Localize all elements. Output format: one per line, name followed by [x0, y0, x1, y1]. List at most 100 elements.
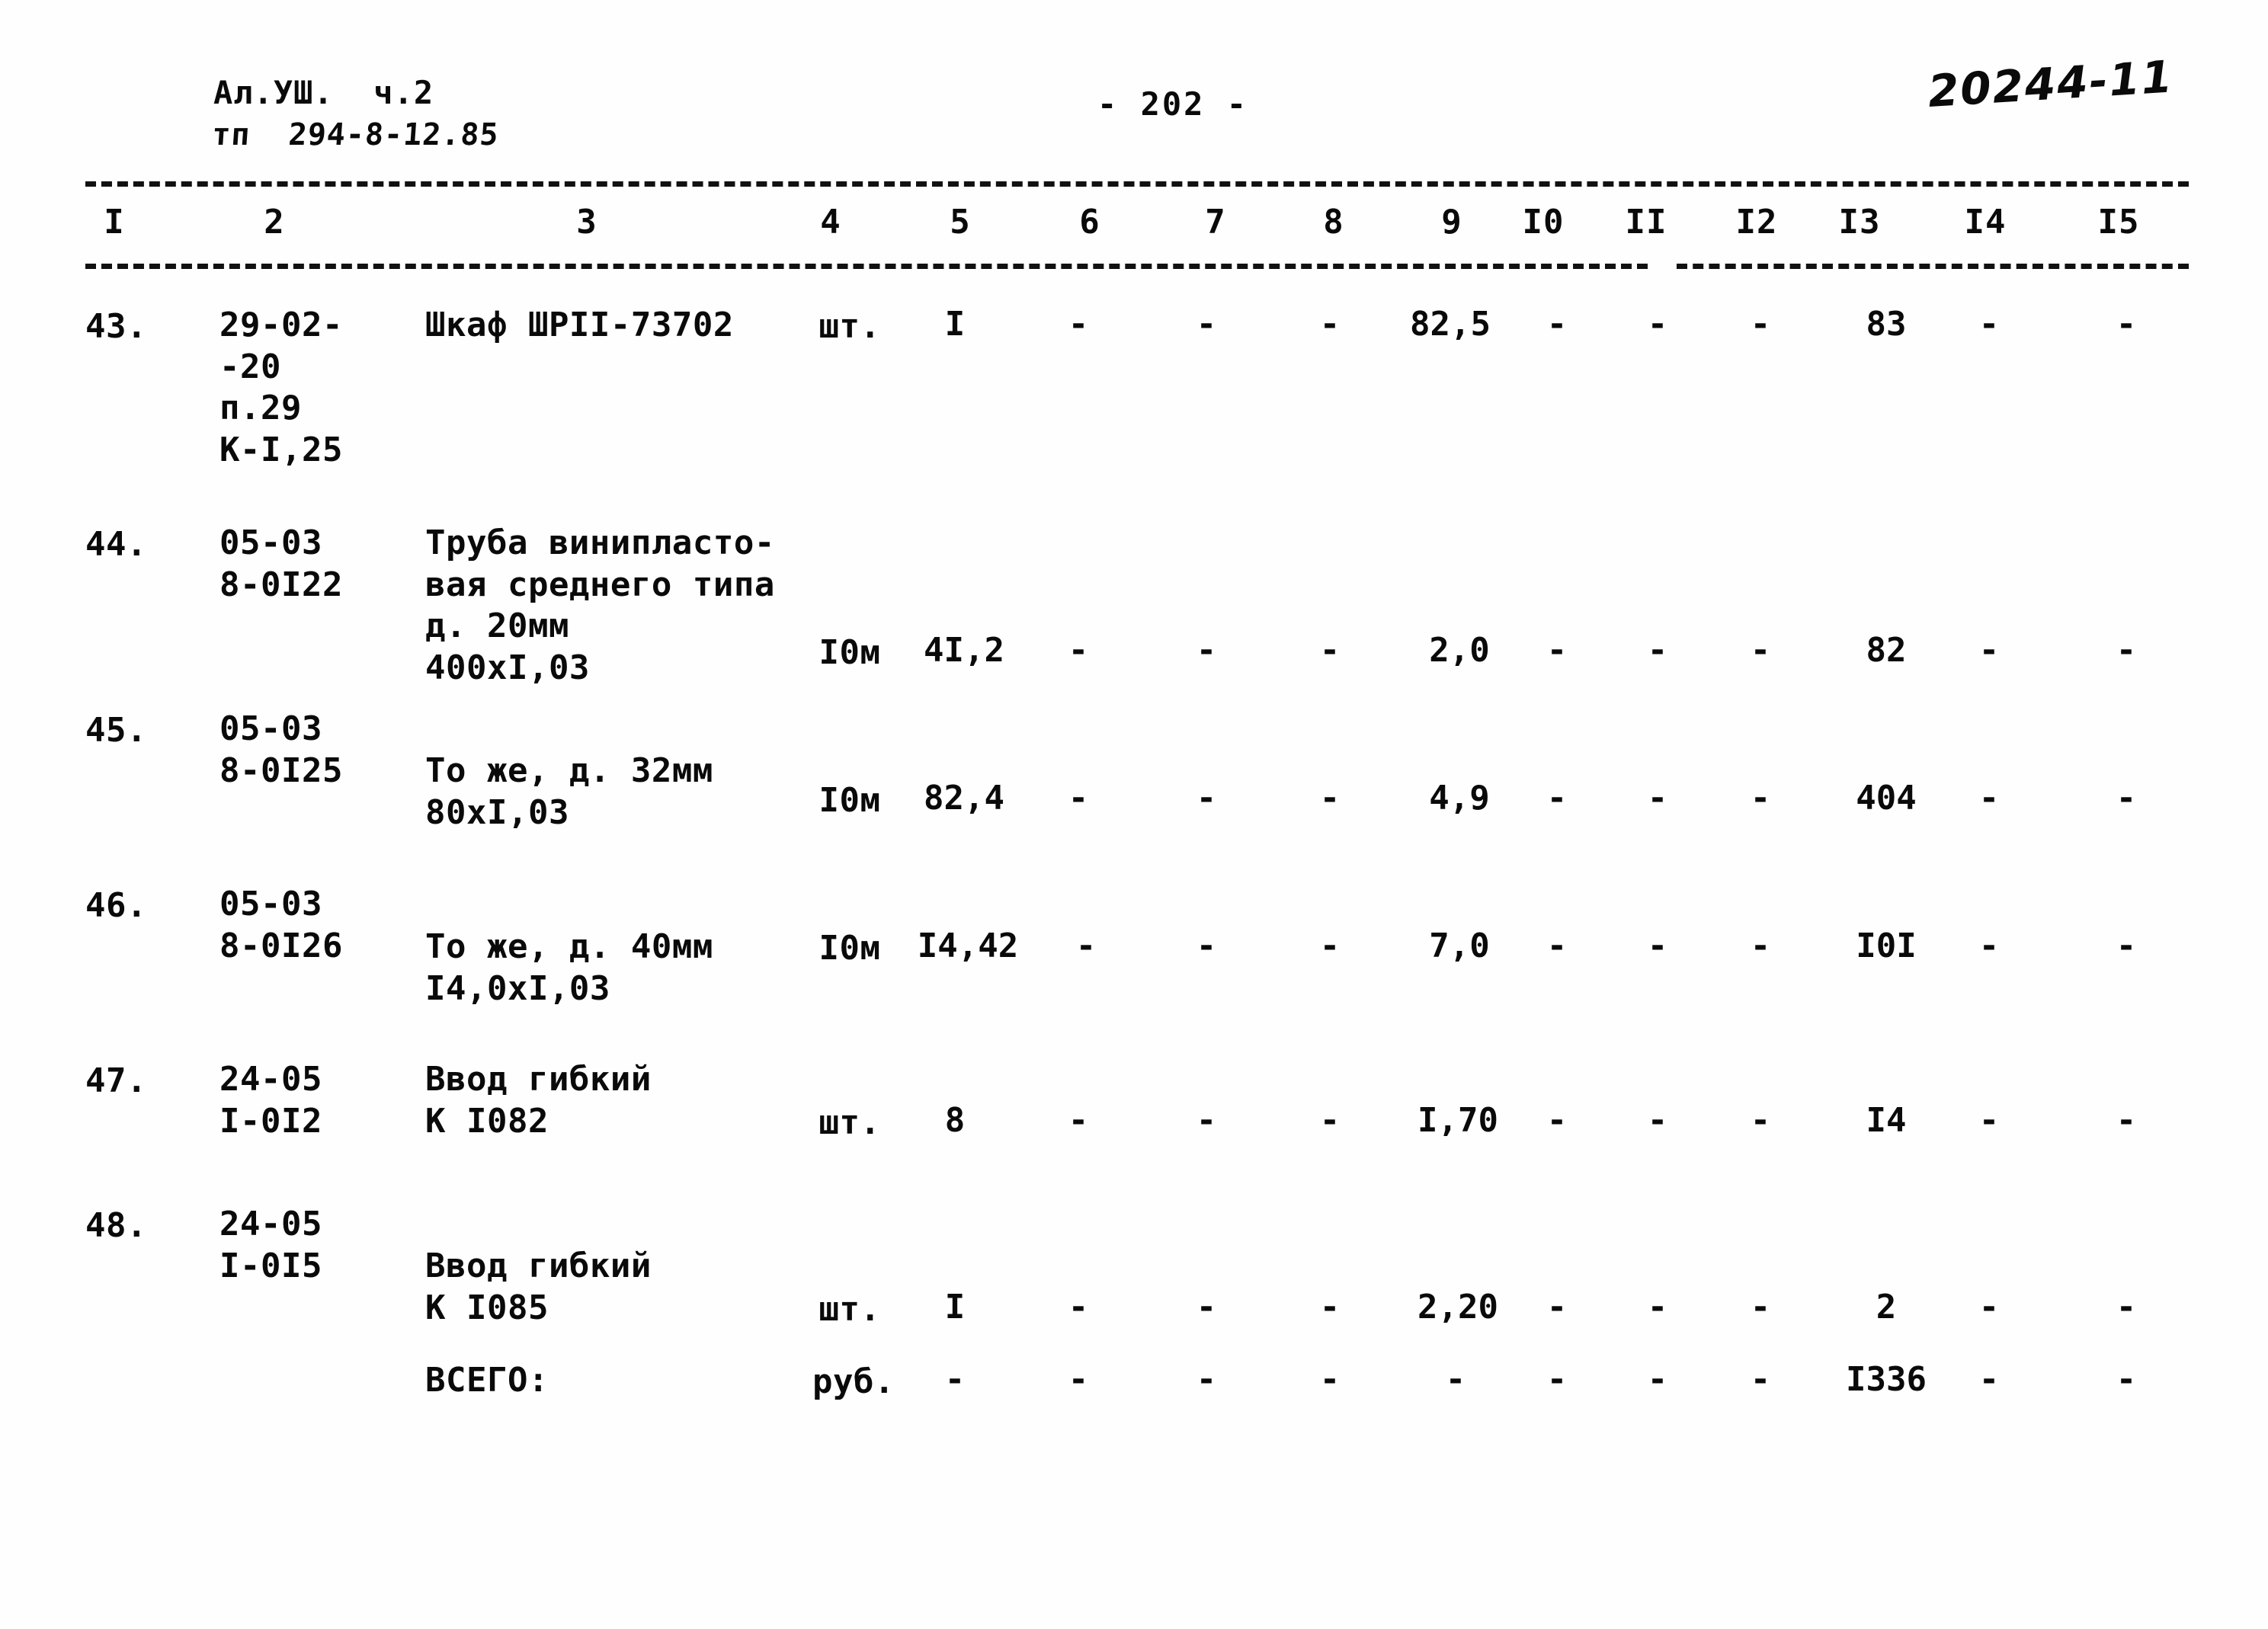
scanned-page: Ал.УШ. ч.2 тп 294-8-12.85 - 202 - 20244-…: [0, 0, 2268, 1629]
total-c7: -: [1196, 1360, 1217, 1399]
row-c6: -: [1068, 1288, 1089, 1327]
row-c15: -: [2116, 1101, 2137, 1140]
row-name: То же, д. 40мм I4,0хI,03: [425, 927, 713, 1008]
row-c10: -: [1546, 631, 1568, 670]
row-name: То же, д. 32мм 80хI,03: [425, 751, 713, 832]
row-c14: -: [1978, 1101, 2000, 1140]
row-c15: -: [2116, 779, 2137, 818]
total-c14: -: [1978, 1360, 2000, 1399]
total-c15: -: [2116, 1360, 2137, 1399]
row-c6: -: [1068, 1101, 1089, 1140]
row-c6: -: [1068, 779, 1089, 818]
row-c10: -: [1546, 927, 1568, 965]
row-c11: -: [1647, 779, 1668, 818]
row-code: 24-05 I-0I2: [219, 1060, 322, 1141]
total-c8: -: [1319, 1360, 1341, 1399]
row-c7: -: [1196, 779, 1217, 818]
column-number-7: 7: [1205, 203, 1226, 242]
row-unit: шт.: [818, 1103, 881, 1142]
row-c14: -: [1978, 631, 2000, 670]
row-c9: 82,5: [1410, 305, 1491, 344]
row-c13: 83: [1866, 305, 1907, 344]
row-c5: I4,42: [917, 927, 1019, 965]
column-number-8: 8: [1323, 203, 1344, 242]
table-header-rule-left: [85, 264, 1648, 269]
row-unit: I0м: [818, 633, 881, 672]
row-c5: 82,4: [924, 779, 1004, 818]
row-c14: -: [1978, 927, 2000, 965]
row-c6: -: [1075, 927, 1097, 965]
row-c13: I0I: [1856, 927, 1917, 965]
row-name: Труба винипласто- вая среднего типа д. 2…: [425, 523, 775, 687]
row-unit: I0м: [818, 929, 881, 968]
row-code: 24-05 I-0I5: [219, 1205, 322, 1285]
row-code: 05-03 8-0I25: [219, 709, 343, 790]
row-c5: 4I,2: [924, 631, 1004, 670]
table-row: 46.: [85, 886, 147, 925]
row-c10: -: [1546, 1101, 1568, 1140]
row-c15: -: [2116, 631, 2137, 670]
column-number-13: I3: [1838, 203, 1881, 242]
document-header: Ал.УШ. ч.2 тп 294-8-12.85: [211, 73, 701, 154]
table-row: 47.: [85, 1061, 147, 1100]
row-c8: -: [1319, 779, 1341, 818]
row-c6: -: [1068, 305, 1089, 344]
row-code: 05-03 8-0I22: [219, 523, 343, 604]
row-c11: -: [1647, 927, 1668, 965]
row-c11: -: [1647, 305, 1668, 344]
row-c12: -: [1750, 927, 1771, 965]
row-c6: -: [1068, 631, 1089, 670]
column-number-15: I5: [2097, 203, 2140, 242]
column-number-14: I4: [1964, 203, 2007, 242]
total-label: ВСЕГО:: [425, 1361, 549, 1400]
table-row: 48.: [85, 1206, 147, 1245]
total-c6: -: [1068, 1360, 1089, 1399]
row-c11: -: [1647, 1288, 1668, 1327]
row-c7: -: [1196, 1288, 1217, 1327]
row-c8: -: [1319, 927, 1341, 965]
column-number-9: 9: [1441, 203, 1462, 242]
table-top-rule: [85, 181, 2189, 187]
table-row: 43.: [85, 307, 147, 346]
column-number-3: 3: [576, 203, 597, 242]
column-number-1: I: [104, 203, 125, 242]
row-c12: -: [1750, 305, 1771, 344]
total-c5: -: [944, 1360, 966, 1399]
row-name: Ввод гибкий К I082: [425, 1060, 652, 1141]
row-c8: -: [1319, 1288, 1341, 1327]
row-c9: I,70: [1418, 1101, 1498, 1140]
row-unit: шт.: [818, 307, 881, 346]
row-c12: -: [1750, 1101, 1771, 1140]
row-c8: -: [1319, 305, 1341, 344]
row-c14: -: [1978, 779, 2000, 818]
row-name: Ввод гибкий К I085: [425, 1247, 652, 1327]
document-code-handwritten: 20244-11: [1926, 50, 2176, 117]
row-c15: -: [2116, 305, 2137, 344]
row-c13: 82: [1866, 631, 1907, 670]
row-c8: -: [1319, 631, 1341, 670]
row-c9: 4,9: [1429, 779, 1490, 818]
row-c15: -: [2116, 927, 2137, 965]
total-c9: -: [1445, 1360, 1466, 1399]
column-number-5: 5: [950, 203, 971, 242]
total-c13: I336: [1846, 1360, 1927, 1399]
row-c9: 2,0: [1429, 631, 1490, 670]
row-c7: -: [1196, 1101, 1217, 1140]
row-c7: -: [1196, 631, 1217, 670]
row-c8: -: [1319, 1101, 1341, 1140]
total-c10: -: [1546, 1360, 1568, 1399]
row-c14: -: [1978, 1288, 2000, 1327]
row-c5: I: [944, 1288, 966, 1327]
table-header-rule-right: [1677, 264, 2189, 269]
row-c12: -: [1750, 631, 1771, 670]
row-c12: -: [1750, 779, 1771, 818]
row-c5: I: [944, 305, 966, 344]
album-label: Ал.УШ. ч.2: [213, 74, 434, 111]
row-unit: I0м: [818, 781, 881, 820]
row-code: 05-03 8-0I26: [219, 885, 343, 965]
total-unit: руб.: [812, 1362, 895, 1401]
column-number-2: 2: [264, 203, 285, 242]
total-c11: -: [1647, 1360, 1668, 1399]
row-c9: 2,20: [1418, 1288, 1498, 1327]
column-number-12: I2: [1735, 203, 1778, 242]
